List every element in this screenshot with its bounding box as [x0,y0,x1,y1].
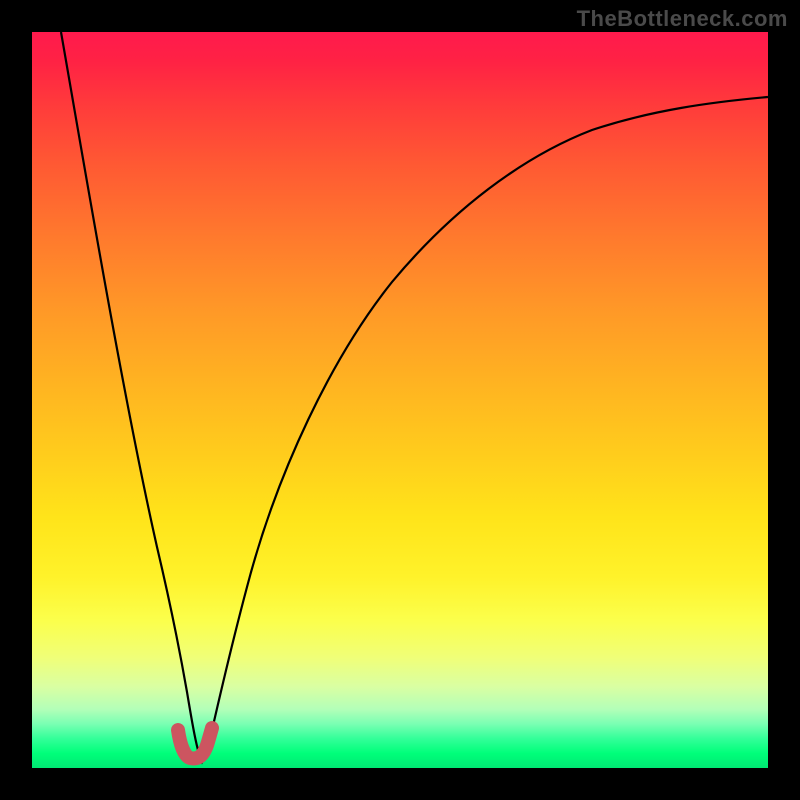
chart-svg [32,32,768,768]
watermark-text: TheBottleneck.com [577,6,788,32]
chart-frame: TheBottleneck.com [0,0,800,800]
main-curve [61,32,768,762]
